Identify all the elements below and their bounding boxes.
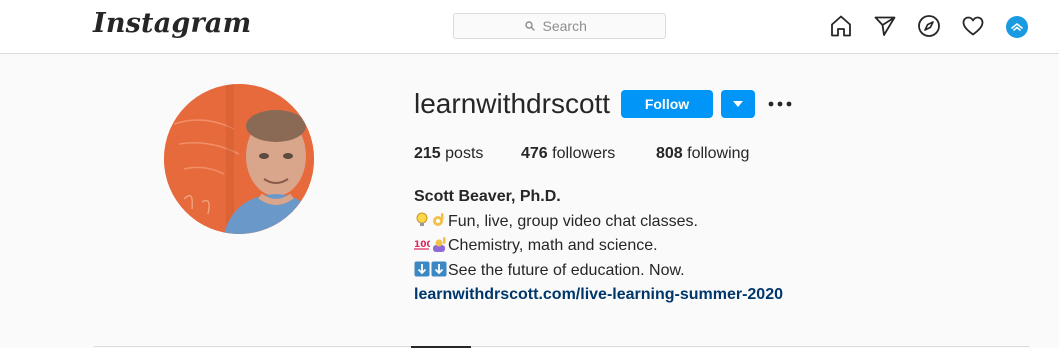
follow-button[interactable]: Follow: [621, 90, 713, 118]
followers-count: 476: [521, 145, 548, 162]
search-box[interactable]: [453, 13, 666, 39]
bio-line-3: See the future of education. Now.: [414, 259, 783, 284]
ellipsis-icon: [768, 101, 792, 107]
home-icon[interactable]: [829, 14, 853, 38]
ok-hand-emoji-icon: [433, 212, 444, 226]
lightbulb-emoji-icon: [416, 212, 428, 226]
following-label: following: [687, 145, 750, 162]
bio-line-3-text: See the future of education. Now.: [448, 261, 685, 279]
bio-line-2-text: Chemistry, math and science.: [448, 237, 658, 254]
more-options-button[interactable]: [768, 92, 792, 116]
suggested-accounts-dropdown-button[interactable]: [721, 90, 755, 118]
hundred-points-emoji-icon: 100: [414, 240, 430, 250]
posts-count: 215: [414, 145, 441, 162]
profile-avatar-icon[interactable]: [1006, 16, 1028, 38]
following-count: 808: [656, 145, 683, 162]
down-arrow-emoji-icon: [431, 261, 447, 276]
down-arrow-emoji-icon: [414, 261, 430, 276]
followers-label: followers: [552, 145, 616, 162]
chevron-down-icon: [733, 101, 743, 107]
profile-avatar[interactable]: [164, 84, 314, 234]
bio-website-link[interactable]: learnwithdrscott.com/live-learning-summe…: [414, 286, 783, 303]
following-stat[interactable]: 808 following: [656, 145, 749, 163]
followers-stat[interactable]: 476 followers: [521, 145, 615, 163]
top-navigation-bar: Instagram: [0, 0, 1059, 54]
activity-heart-icon[interactable]: [961, 14, 985, 38]
explore-icon[interactable]: [917, 14, 941, 38]
direct-icon[interactable]: [873, 14, 897, 38]
person-raising-hand-emoji-icon: [433, 237, 446, 252]
posts-label: posts: [445, 145, 484, 162]
profile-bio: Scott Beaver, Ph.D. Fun, live, group vid…: [414, 185, 783, 308]
search-input[interactable]: [540, 17, 595, 35]
bio-line-2: 100 Chemistry, math and science.: [414, 234, 783, 259]
bio-line-1: Fun, live, group video chat classes.: [414, 210, 783, 235]
bio-link-line: learnwithdrscott.com/live-learning-summe…: [414, 283, 783, 308]
content-divider: [94, 346, 1029, 347]
posts-stat: 215 posts: [414, 145, 483, 163]
profile-username: learnwithdrscott: [414, 88, 611, 119]
bio-line-1-text: Fun, live, group video chat classes.: [448, 212, 698, 230]
search-icon: [524, 21, 535, 31]
profile-photo: [164, 84, 314, 234]
instagram-logo[interactable]: Instagram: [93, 8, 251, 39]
bio-full-name: Scott Beaver, Ph.D.: [414, 188, 561, 205]
